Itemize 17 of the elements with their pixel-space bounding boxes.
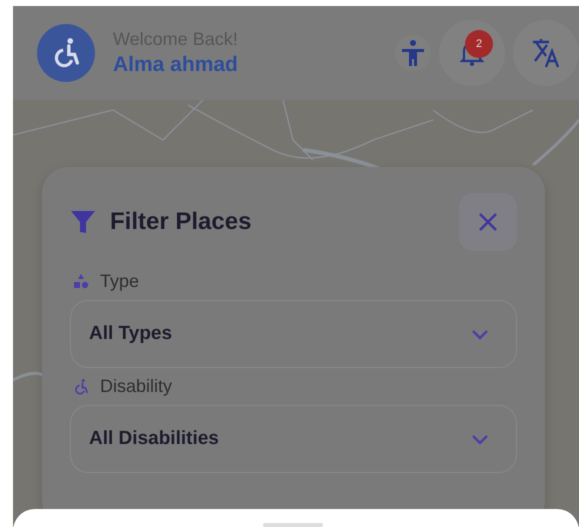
user-name: Alma ahmad [113,53,239,77]
accessibility-icon [400,39,426,67]
notifications-button[interactable]: 2 [439,20,505,86]
dropdown[interactable]: All Disabilities [70,405,517,473]
filter-icon [70,209,96,235]
drag-handle[interactable] [263,523,323,527]
panel-title: Filter Places [110,208,252,236]
wheelchair-icon [72,378,90,396]
close-icon [477,211,499,233]
close-button[interactable] [459,193,517,251]
shapes-icon [72,272,90,290]
translate-icon [530,37,562,69]
notification-badge: 2 [465,30,493,58]
field-label: Disability [100,376,172,397]
field-label: Type [100,271,140,292]
dropdown[interactable]: All Types [70,300,517,368]
accessibility-button[interactable] [395,35,431,71]
